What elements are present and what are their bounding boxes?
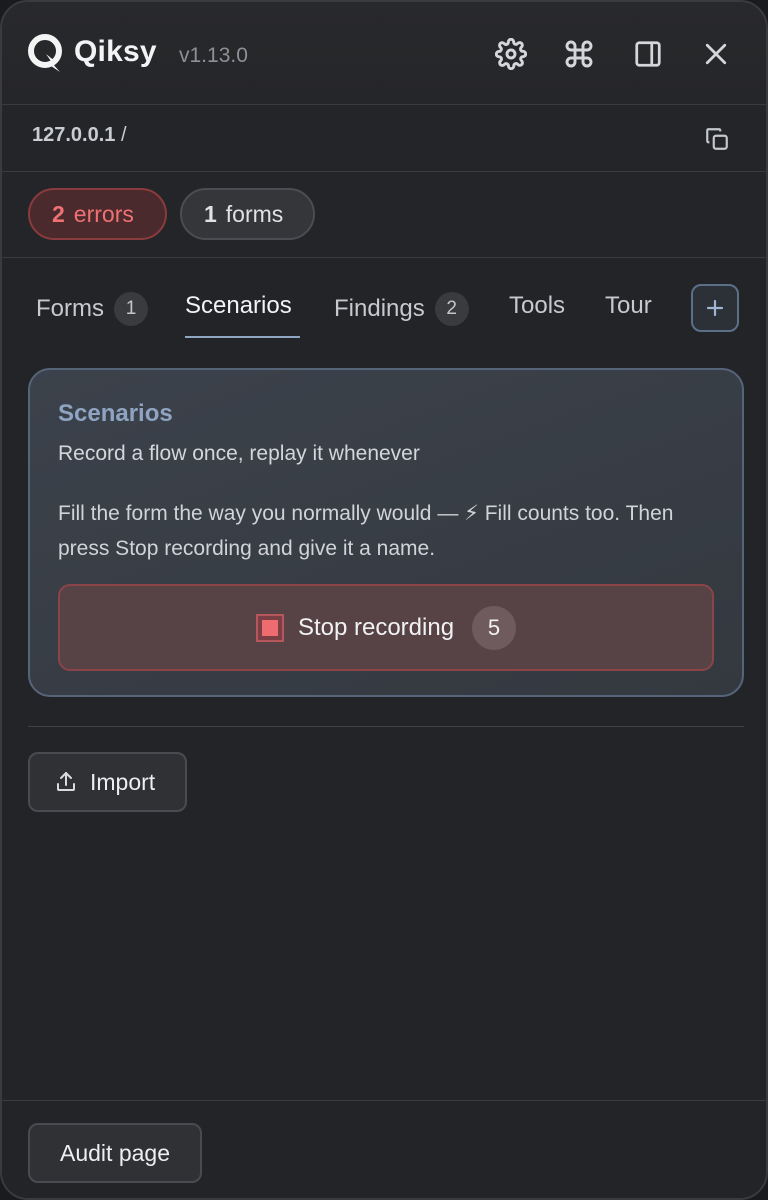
forms-badge[interactable]: 1 forms [180, 188, 315, 240]
brand-name: Qiksy [74, 35, 157, 68]
forms-label: forms [225, 200, 284, 227]
url-path: / [115, 124, 127, 146]
tab-forms-label: Forms [36, 295, 104, 322]
card-subtitle: Record a flow once, replay it whenever [58, 442, 420, 465]
import-button[interactable]: Import [28, 752, 187, 812]
tab-findings-count: 2 [434, 292, 469, 326]
settings-button[interactable] [492, 35, 530, 73]
scenarios-card: Scenarios Record a flow once, replay it … [28, 368, 744, 697]
extension-panel: Qiksy v1.13.0 127.0.0.1 / 2 errors 1 for… [0, 0, 768, 1200]
version-label: v1.13.0 [179, 44, 248, 67]
import-label: Import [90, 768, 156, 795]
recorded-steps-count: 5 [472, 605, 517, 650]
errors-badge[interactable]: 2 errors [28, 188, 167, 240]
errors-label: errors [73, 200, 134, 227]
page-url: 127.0.0.1 / [32, 124, 127, 147]
stop-recording-label: Stop recording [297, 613, 455, 641]
command-icon [565, 40, 593, 68]
sidebar-icon [635, 41, 661, 67]
toggle-sidebar-button[interactable] [629, 35, 667, 73]
url-host: 127.0.0.1 [32, 124, 116, 146]
stop-icon [255, 613, 284, 642]
tab-scenarios[interactable]: Scenarios [185, 292, 292, 320]
close-icon [705, 43, 727, 65]
add-tab-button[interactable] [691, 284, 739, 332]
card-description: Fill the form the way you normally would… [58, 502, 674, 560]
command-palette-button[interactable] [560, 35, 598, 73]
divider [28, 726, 744, 727]
footer: Audit page [2, 1100, 766, 1198]
header: Qiksy v1.13.0 [2, 2, 766, 105]
url-bar: 127.0.0.1 / [2, 106, 766, 172]
summary-badges: 2 errors 1 forms [2, 173, 766, 258]
tab-bar: Forms 1 Scenarios Findings 2 Tools Tour [2, 259, 766, 344]
audit-page-button[interactable]: Audit page [28, 1123, 202, 1183]
audit-page-label: Audit page [60, 1139, 170, 1166]
card-title: Scenarios [58, 400, 173, 427]
gear-icon [495, 38, 527, 70]
tab-forms[interactable]: Forms 1 [36, 292, 148, 326]
forms-count: 1 [204, 200, 217, 227]
plus-icon [706, 299, 724, 317]
errors-count: 2 [52, 200, 65, 227]
tab-tour[interactable]: Tour [605, 292, 652, 320]
tab-forms-count: 1 [114, 292, 148, 326]
upload-icon [57, 772, 75, 791]
tab-tools-label: Tools [509, 292, 566, 319]
close-button[interactable] [697, 35, 735, 73]
tab-findings[interactable]: Findings 2 [334, 292, 469, 326]
stop-recording-button[interactable]: Stop recording 5 [58, 584, 714, 671]
qiksy-logo-icon [28, 34, 62, 72]
copy-icon [706, 128, 728, 150]
copy-url-button[interactable] [704, 126, 730, 152]
active-tab-indicator [185, 336, 300, 338]
tab-findings-label: Findings [334, 295, 425, 322]
tab-tour-label: Tour [605, 292, 652, 319]
tab-tools[interactable]: Tools [509, 292, 565, 320]
tab-scenarios-label: Scenarios [185, 292, 292, 319]
